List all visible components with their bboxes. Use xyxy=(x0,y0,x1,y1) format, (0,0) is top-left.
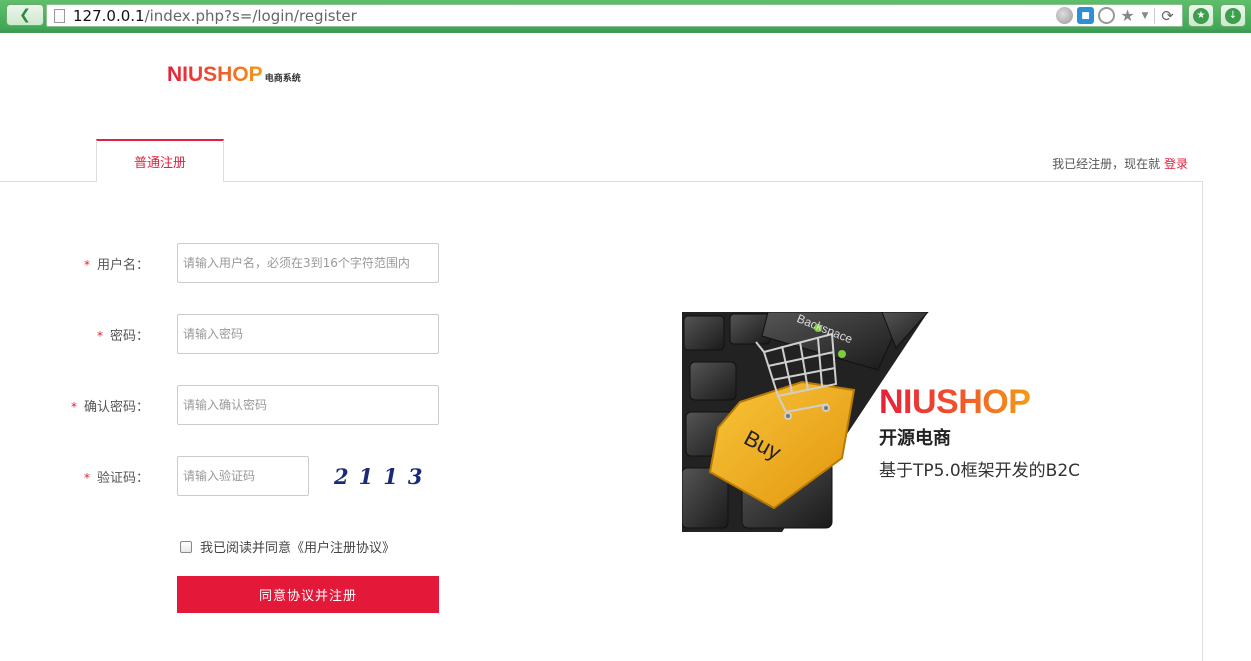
username-row: * 用户名： xyxy=(0,243,460,283)
captcha-row: * 验证码： 2113 xyxy=(0,456,460,496)
login-link[interactable]: 登录 xyxy=(1164,157,1188,171)
keyboard-cart-image: Backspace Buy xyxy=(682,312,929,532)
captcha-label-text: 验证码： xyxy=(96,471,149,486)
address-bar-icons: ■ ★ ▼ ⟳ xyxy=(1056,6,1176,25)
confirm-password-row: * 确认密码： xyxy=(0,385,460,425)
star-circle-icon: ★ xyxy=(1193,7,1209,24)
bookmark-star-icon[interactable]: ★ xyxy=(1119,6,1136,25)
ad-brand-logo: NIUSHOP xyxy=(879,383,1031,421)
address-bar[interactable]: 127.0.0.1/index.php?s=/login/register ■ … xyxy=(46,4,1183,27)
logo-wordmark: NIUSHOP xyxy=(167,63,263,86)
username-input[interactable] xyxy=(177,243,439,283)
compatibility-icon[interactable] xyxy=(1098,7,1115,24)
username-label: * 用户名： xyxy=(84,254,149,273)
captcha-label: * 验证码： xyxy=(84,467,149,486)
required-mark: * xyxy=(70,400,77,414)
password-row: * 密码： xyxy=(0,314,460,354)
url-text: 127.0.0.1/index.php?s=/login/register xyxy=(73,7,357,25)
password-label: * 密码： xyxy=(97,325,149,344)
ad-description: 基于TP5.0框架开发的B2C xyxy=(879,461,1081,481)
tab-normal-register[interactable]: 普通注册 xyxy=(96,139,224,182)
agreement-row[interactable]: 我已阅读并同意《用户注册协议》 xyxy=(180,537,395,556)
promo-banner: Backspace Buy NIUSHOP 开源电商 基于TP5.0框架开发的B… xyxy=(682,312,1102,532)
confirm-password-label: * 确认密码： xyxy=(71,396,149,415)
panel-border xyxy=(1202,181,1203,661)
agreement-checkbox[interactable] xyxy=(180,540,192,553)
required-mark: * xyxy=(83,471,90,485)
captcha-input[interactable] xyxy=(177,456,309,496)
browser-toolbar: ❮ 127.0.0.1/index.php?s=/login/register … xyxy=(0,0,1251,33)
site-logo[interactable]: NIUSHOP 电商系统 xyxy=(167,64,301,86)
home-button[interactable]: ★ xyxy=(1188,4,1214,27)
confirm-password-label-text: 确认密码： xyxy=(83,400,149,415)
divider xyxy=(1154,7,1155,24)
required-mark: * xyxy=(83,258,90,272)
refresh-icon[interactable]: ⟳ xyxy=(1159,7,1176,25)
extension-cat-icon[interactable]: ■ xyxy=(1077,7,1094,24)
agreement-text[interactable]: 我已阅读并同意《用户注册协议》 xyxy=(200,537,395,556)
register-submit-button[interactable]: 同意协议并注册 xyxy=(177,576,439,613)
download-icon: ↓ xyxy=(1225,7,1241,24)
ad-title: 开源电商 xyxy=(879,428,951,449)
logo-subtitle: 电商系统 xyxy=(264,74,301,84)
login-hint-text: 我已经注册，现在就 xyxy=(1052,157,1161,171)
url-host: 127.0.0.1 xyxy=(73,7,145,25)
captcha-image[interactable]: 2113 xyxy=(334,464,432,489)
globe-icon[interactable] xyxy=(1056,7,1073,24)
back-button[interactable]: ❮ xyxy=(6,4,44,26)
login-hint: 我已经注册，现在就 登录 xyxy=(1052,155,1188,172)
back-arrow-icon: ❮ xyxy=(19,7,31,23)
username-label-text: 用户名： xyxy=(96,258,149,273)
password-label-text: 密码： xyxy=(109,329,149,344)
url-path: /index.php?s=/login/register xyxy=(144,7,357,25)
required-mark: * xyxy=(96,329,103,343)
page-icon xyxy=(54,9,65,23)
confirm-password-input[interactable] xyxy=(177,385,439,425)
dropdown-arrow-icon[interactable]: ▼ xyxy=(1140,7,1150,24)
download-button[interactable]: ↓ xyxy=(1220,4,1246,27)
password-input[interactable] xyxy=(177,314,439,354)
